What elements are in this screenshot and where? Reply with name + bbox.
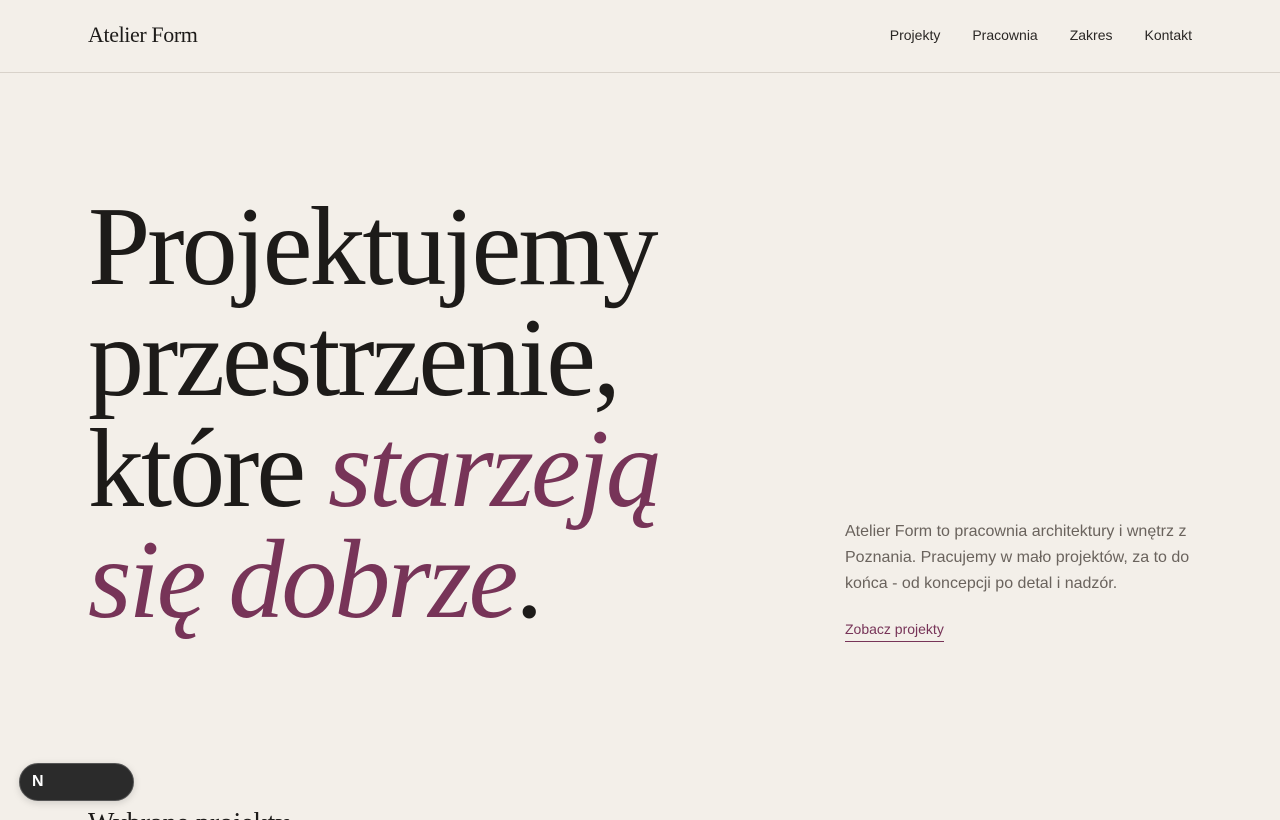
see-projects-link[interactable]: Zobacz projekty xyxy=(845,621,944,642)
hero-title: Projektujemy przestrzenie, które starzej… xyxy=(88,191,728,636)
page: Atelier Form Projekty Pracownia Zakres K… xyxy=(0,0,1280,820)
nav-item-projekty[interactable]: Projekty xyxy=(890,27,941,43)
nav-item-kontakt[interactable]: Kontakt xyxy=(1145,27,1192,43)
hero-description: Atelier Form to pracownia architektury i… xyxy=(845,523,1190,592)
hero-title-period: . xyxy=(515,518,543,642)
hero-title-line-4-accent: się dobrze xyxy=(88,518,518,642)
nav-item-pracownia[interactable]: Pracownia xyxy=(972,27,1037,43)
nav-item-zakres[interactable]: Zakres xyxy=(1070,27,1113,43)
nextjs-icon: N xyxy=(32,773,44,790)
nextjs-dev-badge[interactable]: N xyxy=(19,763,134,801)
hero-title-line-1: Projektujemy xyxy=(88,185,658,309)
hero-title-line-3-plain: które xyxy=(88,407,329,531)
main-nav: Projekty Pracownia Zakres Kontakt xyxy=(890,27,1192,43)
hero-title-line-3-accent: starzeją xyxy=(328,407,662,531)
site-logo[interactable]: Atelier Form xyxy=(88,22,198,48)
next-section-heading: Wybrane projekty xyxy=(88,808,289,820)
hero-title-line-2: przestrzenie, xyxy=(88,296,621,420)
site-header: Atelier Form Projekty Pracownia Zakres K… xyxy=(0,0,1280,73)
hero-side: Atelier Form to pracownia architektury i… xyxy=(845,519,1195,642)
